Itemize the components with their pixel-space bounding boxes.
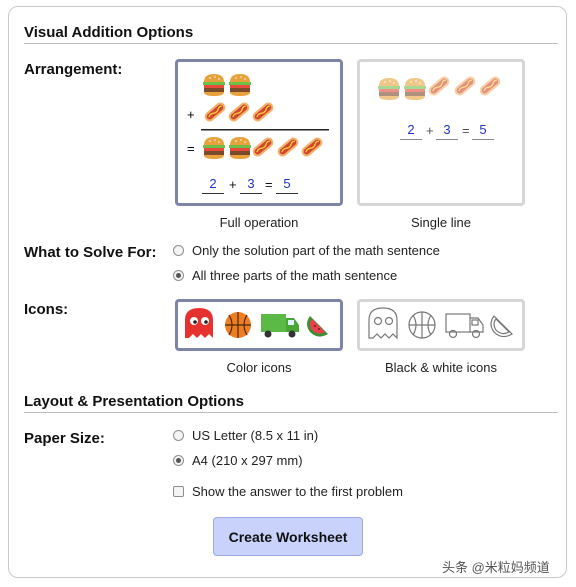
watermelon-outline-icon	[490, 315, 513, 338]
icons-bw-card[interactable]	[357, 299, 525, 351]
visual-options-title: Visual Addition Options	[24, 24, 194, 41]
addend-b: 3	[443, 122, 451, 137]
plus-operator: +	[229, 177, 237, 192]
section-divider	[24, 412, 558, 413]
addend-a: 2	[209, 176, 217, 191]
addend-b: 3	[247, 176, 255, 191]
color-icons-caption: Color icons	[226, 360, 292, 375]
single-line-illustration	[378, 73, 504, 100]
radio-button[interactable]	[173, 430, 184, 441]
sum: 5	[479, 122, 487, 137]
sum: 5	[283, 176, 291, 191]
plus-sign: +	[187, 107, 195, 122]
van-icon	[261, 314, 299, 338]
section-divider	[24, 43, 558, 44]
show-answer-option[interactable]: Show the answer to the first problem	[173, 484, 403, 499]
blank-line	[436, 139, 458, 140]
bw-icons-caption: Black & white icons	[385, 360, 497, 375]
bw-icons-illustration	[368, 307, 513, 340]
paper-size-label: Paper Size:	[24, 430, 105, 447]
checkbox[interactable]	[173, 486, 184, 497]
arrangement-full-operation-card[interactable]: + = 2 + 3 = 5	[175, 59, 343, 206]
watermelon-icon	[307, 316, 328, 337]
option-label: US Letter (8.5 x 11 in)	[192, 428, 319, 443]
radio-button[interactable]	[173, 455, 184, 466]
basketball-icon	[225, 312, 251, 338]
option-label: Show the answer to the first problem	[192, 484, 403, 499]
arrangement-label: Arrangement:	[24, 61, 123, 78]
equals-operator: =	[265, 177, 273, 192]
layout-options-title: Layout & Presentation Options	[24, 393, 245, 410]
arrangement-single-line-card[interactable]: 2 + 3 = 5	[357, 59, 525, 206]
ghost-outline-icon	[368, 307, 398, 340]
option-label: All three parts of the math sentence	[192, 268, 398, 283]
full-operation-caption: Full operation	[219, 215, 299, 230]
icons-color-card[interactable]	[175, 299, 343, 351]
solve-for-label: What to Solve For:	[24, 244, 157, 261]
basketball-outline-icon	[408, 311, 436, 339]
equals-sign: =	[187, 141, 195, 156]
blank-line	[240, 193, 262, 194]
ghost-icon	[185, 308, 213, 338]
paper-a4-option[interactable]: A4 (210 x 297 mm)	[173, 453, 303, 468]
addend-a: 2	[407, 122, 415, 137]
radio-button[interactable]	[173, 270, 184, 281]
single-line-caption: Single line	[411, 215, 471, 230]
blank-line	[400, 139, 422, 140]
icons-label: Icons:	[24, 301, 69, 318]
watermark: 头条 @米粒妈频道	[442, 560, 550, 575]
color-icons-illustration	[185, 308, 328, 338]
blank-line	[472, 139, 494, 140]
solve-all-three-option[interactable]: All three parts of the math sentence	[173, 268, 397, 283]
plus-operator: +	[426, 123, 434, 138]
blank-line	[202, 193, 224, 194]
option-label: Only the solution part of the math sente…	[192, 243, 440, 258]
create-worksheet-button[interactable]: Create Worksheet	[213, 517, 363, 556]
radio-button[interactable]	[173, 245, 184, 256]
solve-only-solution-option[interactable]: Only the solution part of the math sente…	[173, 243, 440, 258]
paper-us-letter-option[interactable]: US Letter (8.5 x 11 in)	[173, 428, 318, 443]
option-label: A4 (210 x 297 mm)	[192, 453, 303, 468]
blank-line	[276, 193, 298, 194]
equals-operator: =	[462, 123, 470, 138]
van-outline-icon	[445, 313, 484, 339]
